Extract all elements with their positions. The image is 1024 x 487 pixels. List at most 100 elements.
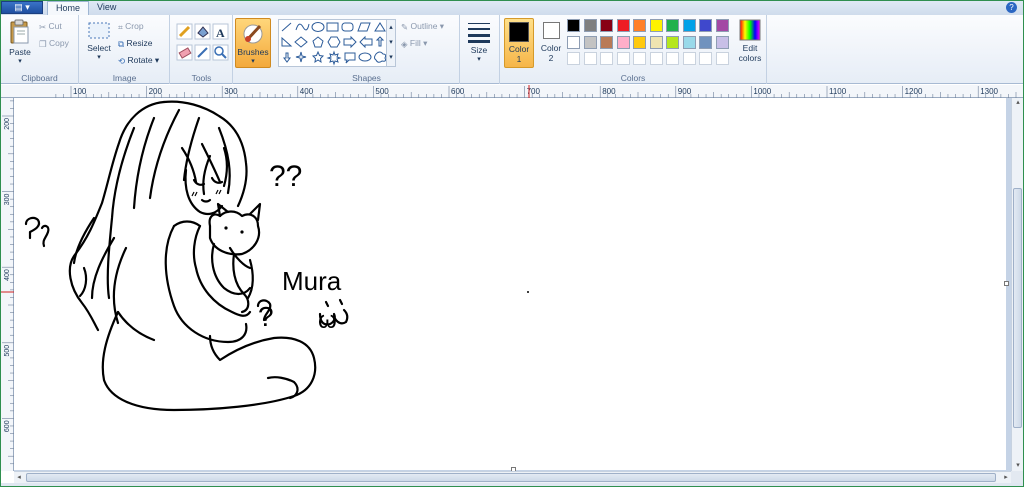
- size-dropdown-icon[interactable]: ▾: [464, 55, 494, 63]
- drawing-text-question: ?: [258, 301, 274, 332]
- color2-label: Color: [540, 43, 562, 53]
- scroll-right-icon[interactable]: ▸: [1001, 472, 1011, 483]
- ruler-label: 900: [678, 87, 692, 96]
- color2-button[interactable]: Color 2: [536, 18, 566, 68]
- ruler-vertical: 200 300 400 500 600: [1, 98, 14, 471]
- clipboard-group: Paste ▾ ✂ Cut ❐ Copy Clipboard: [1, 15, 79, 84]
- select-icon: [88, 22, 110, 39]
- palette-swatch[interactable]: [600, 35, 613, 49]
- ruler-label: 200: [149, 87, 163, 96]
- palette-swatch[interactable]: [682, 35, 696, 49]
- outline-label: Outline: [410, 21, 438, 31]
- scroll-up-icon[interactable]: ▴: [1013, 98, 1023, 108]
- size-label: Size: [470, 45, 488, 55]
- size-icon: [468, 23, 490, 43]
- ruler-label: 1200: [905, 87, 923, 96]
- palette-swatch[interactable]: [715, 35, 729, 49]
- cut-button[interactable]: ✂ Cut: [39, 21, 62, 32]
- tab-home[interactable]: Home: [47, 1, 90, 15]
- ruler-label: 300: [4, 194, 11, 206]
- palette-swatch[interactable]: [699, 52, 712, 65]
- rotate-button[interactable]: ⟲ Rotate ▾: [118, 55, 159, 66]
- ruler-vertical-ticks: 200 300 400 500 600: [1, 100, 14, 465]
- drawing-text-question-marks: ??: [269, 160, 302, 193]
- palette-swatch[interactable]: [616, 52, 630, 65]
- ruler-label: 600: [451, 87, 465, 96]
- crop-button[interactable]: ⌗ Crop: [118, 21, 144, 32]
- palette-swatch[interactable]: [616, 35, 630, 49]
- clipboard-group-label: Clipboard: [21, 73, 58, 83]
- palette-swatch[interactable]: [649, 35, 663, 49]
- eraser-icon[interactable]: [176, 44, 193, 61]
- scroll-corner: [1011, 471, 1023, 483]
- ruler-label: 800: [602, 87, 616, 96]
- palette-swatch[interactable]: [583, 52, 597, 65]
- palette-swatch[interactable]: [633, 35, 646, 49]
- palette-swatch[interactable]: [583, 35, 597, 49]
- colors-group-label: Colors: [620, 73, 646, 83]
- shapes-group: ▴ ▾ ▾ ✎ Outline ▾ ◈ Fill ▾ Shapes: [274, 15, 460, 84]
- shapes-gallery[interactable]: [278, 19, 396, 67]
- drawing-canvas[interactable]: ?? Mura ? ω: [14, 98, 1006, 470]
- canvas-resize-handle-right[interactable]: [1004, 281, 1009, 286]
- palette-swatch[interactable]: [666, 35, 679, 49]
- palette-swatch[interactable]: [649, 52, 663, 65]
- palette-swatch[interactable]: [682, 52, 696, 65]
- palette-swatch[interactable]: [666, 19, 679, 32]
- vertical-scrollbar[interactable]: ▴ ▾: [1011, 98, 1023, 471]
- select-dropdown-icon[interactable]: ▾: [85, 53, 113, 61]
- palette-swatch[interactable]: [699, 35, 712, 49]
- palette-swatch[interactable]: [649, 19, 663, 32]
- ruler-label: 1100: [829, 87, 847, 96]
- palette-swatch[interactable]: [583, 19, 597, 32]
- scroll-down-icon[interactable]: ▾: [1013, 461, 1023, 471]
- palette-swatch[interactable]: [600, 19, 613, 32]
- brushes-button[interactable]: Brushes ▾: [235, 18, 271, 68]
- scroll-left-icon[interactable]: ◂: [14, 472, 24, 483]
- vertical-scroll-thumb[interactable]: [1013, 188, 1022, 428]
- tab-view[interactable]: View: [89, 1, 124, 15]
- palette-swatch[interactable]: [699, 19, 712, 32]
- fill-label: Fill: [409, 38, 421, 48]
- text-tool-icon[interactable]: A: [212, 23, 229, 40]
- app-menu-button[interactable]: ▤ ▾: [1, 1, 43, 14]
- resize-button[interactable]: ⧉ Resize: [118, 38, 152, 49]
- copy-button[interactable]: ❐ Copy: [39, 38, 69, 49]
- status-bar: [1, 483, 1023, 486]
- size-button[interactable]: Size ▾: [464, 19, 494, 63]
- ruler-label: 1000: [753, 87, 771, 96]
- fill-bucket-icon[interactable]: [194, 23, 211, 40]
- color2-number: 2: [548, 53, 554, 63]
- outline-button[interactable]: ✎ Outline ▾: [401, 21, 444, 32]
- select-button[interactable]: Select ▾: [85, 21, 113, 61]
- palette-swatch[interactable]: [715, 52, 729, 65]
- palette-swatch[interactable]: [633, 52, 646, 65]
- paste-dropdown-icon[interactable]: ▾: [5, 57, 35, 65]
- shapes-gallery-scroll[interactable]: ▴ ▾ ▾: [386, 19, 396, 67]
- paste-button[interactable]: Paste ▾: [5, 19, 35, 65]
- edit-colors-button[interactable]: Edit colors: [734, 19, 766, 63]
- palette-swatch[interactable]: [567, 19, 580, 32]
- palette-swatch[interactable]: [567, 52, 580, 65]
- brushes-dropdown-icon[interactable]: ▾: [236, 57, 270, 65]
- edit-colors-label: Edit colors: [738, 43, 762, 63]
- palette-swatch[interactable]: [600, 52, 613, 65]
- palette-swatch[interactable]: [682, 19, 696, 32]
- crop-label: Crop: [125, 21, 144, 31]
- ruler-label: 400: [300, 87, 314, 96]
- color1-button[interactable]: Color 1: [504, 18, 534, 68]
- help-icon[interactable]: ?: [1006, 2, 1017, 13]
- color-picker-icon[interactable]: [194, 44, 211, 61]
- cut-label: Cut: [48, 21, 62, 31]
- palette-swatch[interactable]: [715, 19, 729, 32]
- fill-button[interactable]: ◈ Fill ▾: [401, 38, 427, 49]
- palette-swatch[interactable]: [616, 19, 630, 32]
- palette-swatch[interactable]: [633, 19, 646, 32]
- magnifier-icon[interactable]: [212, 44, 229, 61]
- pencil-icon[interactable]: [176, 23, 193, 40]
- horizontal-scrollbar[interactable]: ◂ ▸: [14, 471, 1011, 483]
- tools-group: A Tools: [171, 15, 233, 84]
- palette-swatch[interactable]: [666, 52, 679, 65]
- palette-swatch[interactable]: [567, 35, 580, 49]
- horizontal-scroll-thumb[interactable]: [26, 473, 996, 482]
